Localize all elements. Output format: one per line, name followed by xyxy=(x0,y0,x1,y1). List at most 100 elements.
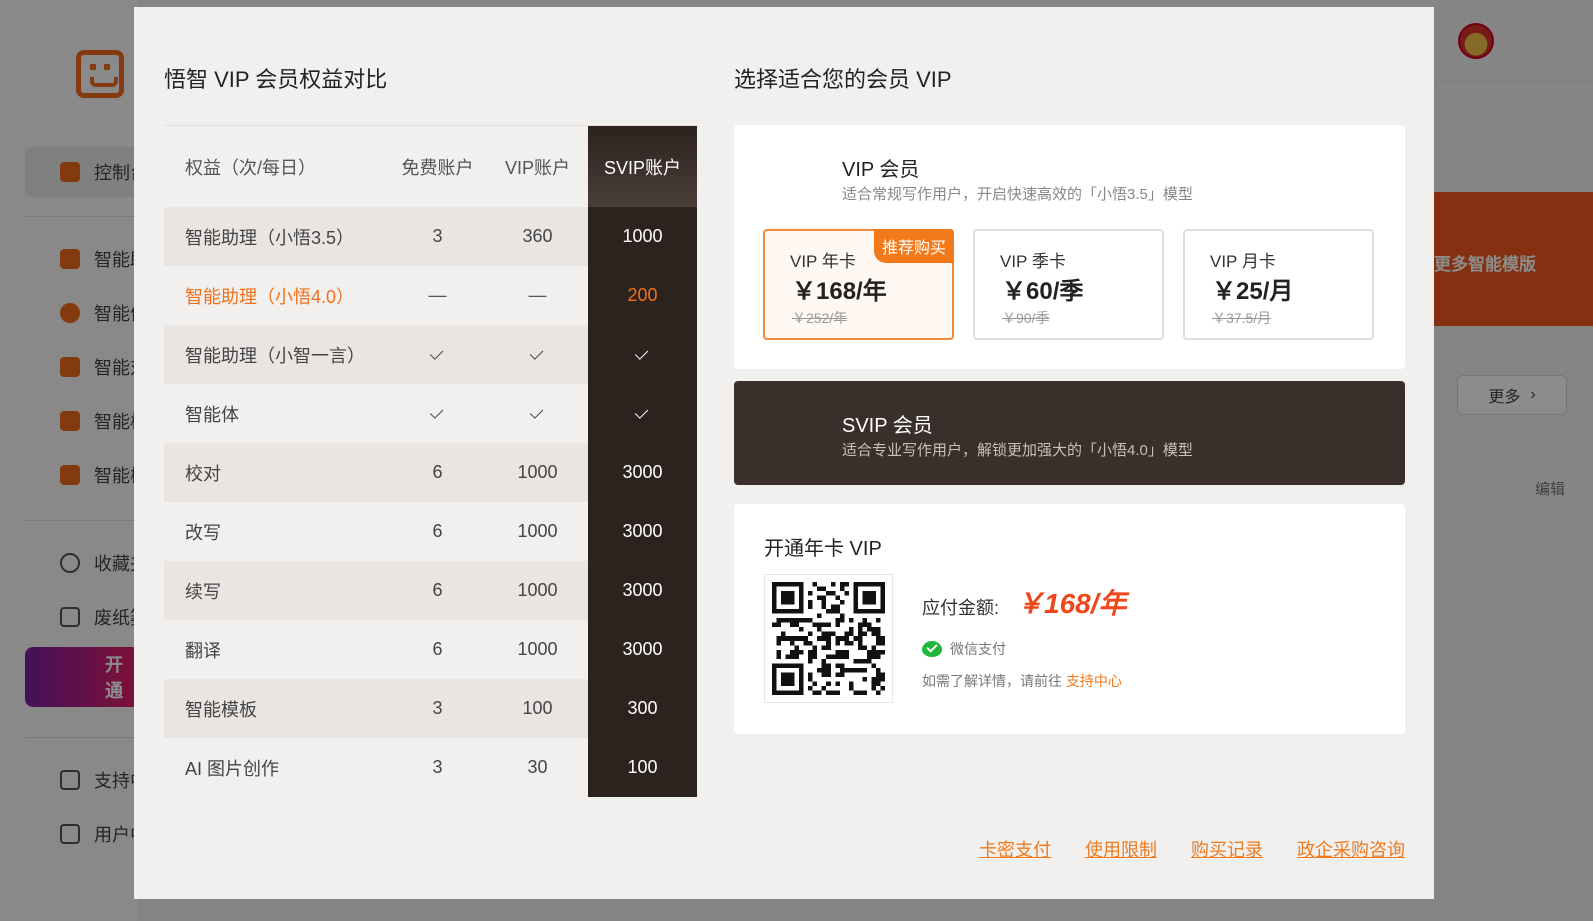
cell-name: 智能体 xyxy=(185,404,239,425)
cell-free: 3 xyxy=(432,757,443,777)
cell-svip: 3000 xyxy=(588,502,697,561)
table-row: 校对 6 1000 3000 xyxy=(164,443,697,502)
cell-svip: 100 xyxy=(588,738,697,797)
cell-free xyxy=(388,325,487,384)
usage-limits-link[interactable]: 使用限制 xyxy=(1085,836,1157,862)
cell-vip xyxy=(487,325,588,384)
table-row: 改写 6 1000 3000 xyxy=(164,502,697,561)
cell-vip: 1000 xyxy=(487,443,588,502)
cell-free: 3 xyxy=(388,679,487,738)
vip-card[interactable]: VIP 会员 适合常规写作用户，开启快速高效的「小悟3.5」模型 推荐购买 VI… xyxy=(734,125,1405,369)
table-body: 智能助理（小悟3.5） 3 360 1000 智能助理（小悟4.0） — —200 智能助理（… xyxy=(164,207,697,797)
enterprise-consult-link[interactable]: 政企采购咨询 xyxy=(1297,836,1405,862)
cell-free: — xyxy=(428,285,447,305)
plan-original-price: ￥37.5/月 xyxy=(1212,310,1272,326)
support-center-link[interactable]: 支持中心 xyxy=(1066,673,1122,689)
cell-free: 6 xyxy=(432,521,443,541)
cell-name: 智能模板 xyxy=(164,679,388,738)
comparison-title: 悟智 VIP 会员权益对比 xyxy=(164,67,388,92)
cell-svip xyxy=(588,384,697,443)
cell-svip: 3000 xyxy=(588,443,697,502)
check-icon xyxy=(634,346,648,360)
table-row: 翻译 6 1000 3000 xyxy=(164,620,697,679)
plan-price: ￥168/年 xyxy=(792,278,887,305)
table-row: 智能助理（小悟4.0） — — 200 xyxy=(164,266,697,325)
payment-card: 开通年卡 VIP 应付金额: ￥168/年 微信支付 如需了解详情，请前往 支持… xyxy=(734,504,1405,734)
payment-help: 如需了解详情，请前往 支持中心 xyxy=(922,673,1122,689)
purchase-history-link[interactable]: 购买记录 xyxy=(1191,836,1263,862)
cell-svip: 200 xyxy=(588,266,697,325)
table-row: AI 图片创作 3 30 100 xyxy=(164,738,697,797)
cell-free: 6 xyxy=(388,561,487,620)
cell-svip: 300 xyxy=(588,679,697,738)
table-row: 智能模板 3 100 300 xyxy=(164,679,697,738)
wechat-pay-icon xyxy=(922,641,942,657)
plan-name: VIP 年卡 xyxy=(790,252,856,271)
payment-method: 微信支付 xyxy=(922,639,1006,659)
cell-name: 智能助理（小悟4.0） xyxy=(185,286,355,307)
cell-svip xyxy=(588,325,697,384)
svip-card-desc: 适合专业写作用户，解锁更加强大的「小悟4.0」模型 xyxy=(842,442,1193,459)
table-header: 权益（次/每日） 免费账户 VIP账户 SVIP账户 xyxy=(164,125,697,207)
cell-vip xyxy=(487,384,588,443)
check-icon xyxy=(529,346,543,360)
header-free: 免费账户 xyxy=(401,157,474,178)
plan-option-monthly[interactable]: VIP 月卡 ￥25/月 ￥37.5/月 xyxy=(1183,229,1374,340)
cell-name: 续写 xyxy=(164,561,388,620)
card-code-pay-link[interactable]: 卡密支付 xyxy=(979,836,1051,862)
cell-free: 6 xyxy=(388,443,487,502)
payment-title: 开通年卡 VIP xyxy=(764,538,882,560)
cell-vip: 360 xyxy=(487,207,588,266)
cell-svip: 3000 xyxy=(588,620,697,679)
cell-free: 6 xyxy=(432,639,443,659)
plan-price: ￥60/季 xyxy=(1002,278,1084,305)
cell-name: 改写 xyxy=(185,522,221,543)
header-benefit: 权益（次/每日） xyxy=(185,157,317,178)
cell-vip: 1000 xyxy=(517,521,558,541)
payment-method-label: 微信支付 xyxy=(950,641,1006,657)
header-svip: SVIP账户 xyxy=(588,126,697,207)
header-vip: VIP账户 xyxy=(504,157,570,178)
vip-card-name: VIP 会员 xyxy=(842,159,920,181)
recommend-badge: 推荐购买 xyxy=(874,229,954,263)
plan-price: ￥25/月 xyxy=(1212,278,1294,305)
svip-card[interactable]: SVIP 会员 适合专业写作用户，解锁更加强大的「小悟4.0」模型 xyxy=(734,381,1405,485)
cell-vip: 100 xyxy=(487,679,588,738)
check-icon xyxy=(634,405,648,419)
plan-original-price: ￥90/季 xyxy=(1002,310,1050,326)
amount-value: ￥168/年 xyxy=(1016,588,1127,619)
footer-links: 卡密支付 使用限制 购买记录 政企采购咨询 xyxy=(979,836,1405,862)
plan-name: VIP 季卡 xyxy=(1000,252,1066,271)
vip-modal: 悟智 VIP 会员权益对比 选择适合您的会员 VIP 权益（次/每日） 免费账户… xyxy=(134,7,1434,899)
amount-label: 应付金额: xyxy=(922,598,1000,618)
check-icon xyxy=(429,346,443,360)
cell-name: AI 图片创作 xyxy=(185,758,280,779)
cell-vip: — xyxy=(528,285,547,305)
cell-free: 3 xyxy=(388,207,487,266)
cell-svip: 3000 xyxy=(588,561,697,620)
cell-name: 校对 xyxy=(164,443,388,502)
cell-name: 翻译 xyxy=(185,640,221,661)
table-row: 智能助理（小悟3.5） 3 360 1000 xyxy=(164,207,697,266)
cell-vip: 1000 xyxy=(517,639,558,659)
table-row: 智能体 xyxy=(164,384,697,443)
plan-name: VIP 月卡 xyxy=(1210,252,1276,271)
plan-option-yearly[interactable]: 推荐购买 VIP 年卡 ￥168/年 ￥252/年 xyxy=(763,229,954,340)
qr-code xyxy=(764,574,893,703)
check-icon xyxy=(529,405,543,419)
cell-name: 智能助理（小智一言） xyxy=(164,325,388,384)
check-icon xyxy=(429,405,443,419)
cell-vip: 1000 xyxy=(487,561,588,620)
vip-card-desc: 适合常规写作用户，开启快速高效的「小悟3.5」模型 xyxy=(842,186,1193,203)
cell-free xyxy=(388,384,487,443)
benefit-comparison-table: 权益（次/每日） 免费账户 VIP账户 SVIP账户 智能助理（小悟3.5） 3 3… xyxy=(164,125,697,797)
plan-original-price: ￥252/年 xyxy=(792,310,848,326)
table-row: 智能助理（小智一言） xyxy=(164,325,697,384)
cell-vip: 30 xyxy=(527,757,548,777)
plan-option-quarterly[interactable]: VIP 季卡 ￥60/季 ￥90/季 xyxy=(973,229,1164,340)
table-row: 续写 6 1000 3000 xyxy=(164,561,697,620)
plan-title: 选择适合您的会员 VIP xyxy=(734,67,952,92)
cell-name: 智能助理（小悟3.5） xyxy=(164,207,388,266)
cell-svip: 1000 xyxy=(588,207,697,266)
qr-code-image xyxy=(772,582,885,695)
